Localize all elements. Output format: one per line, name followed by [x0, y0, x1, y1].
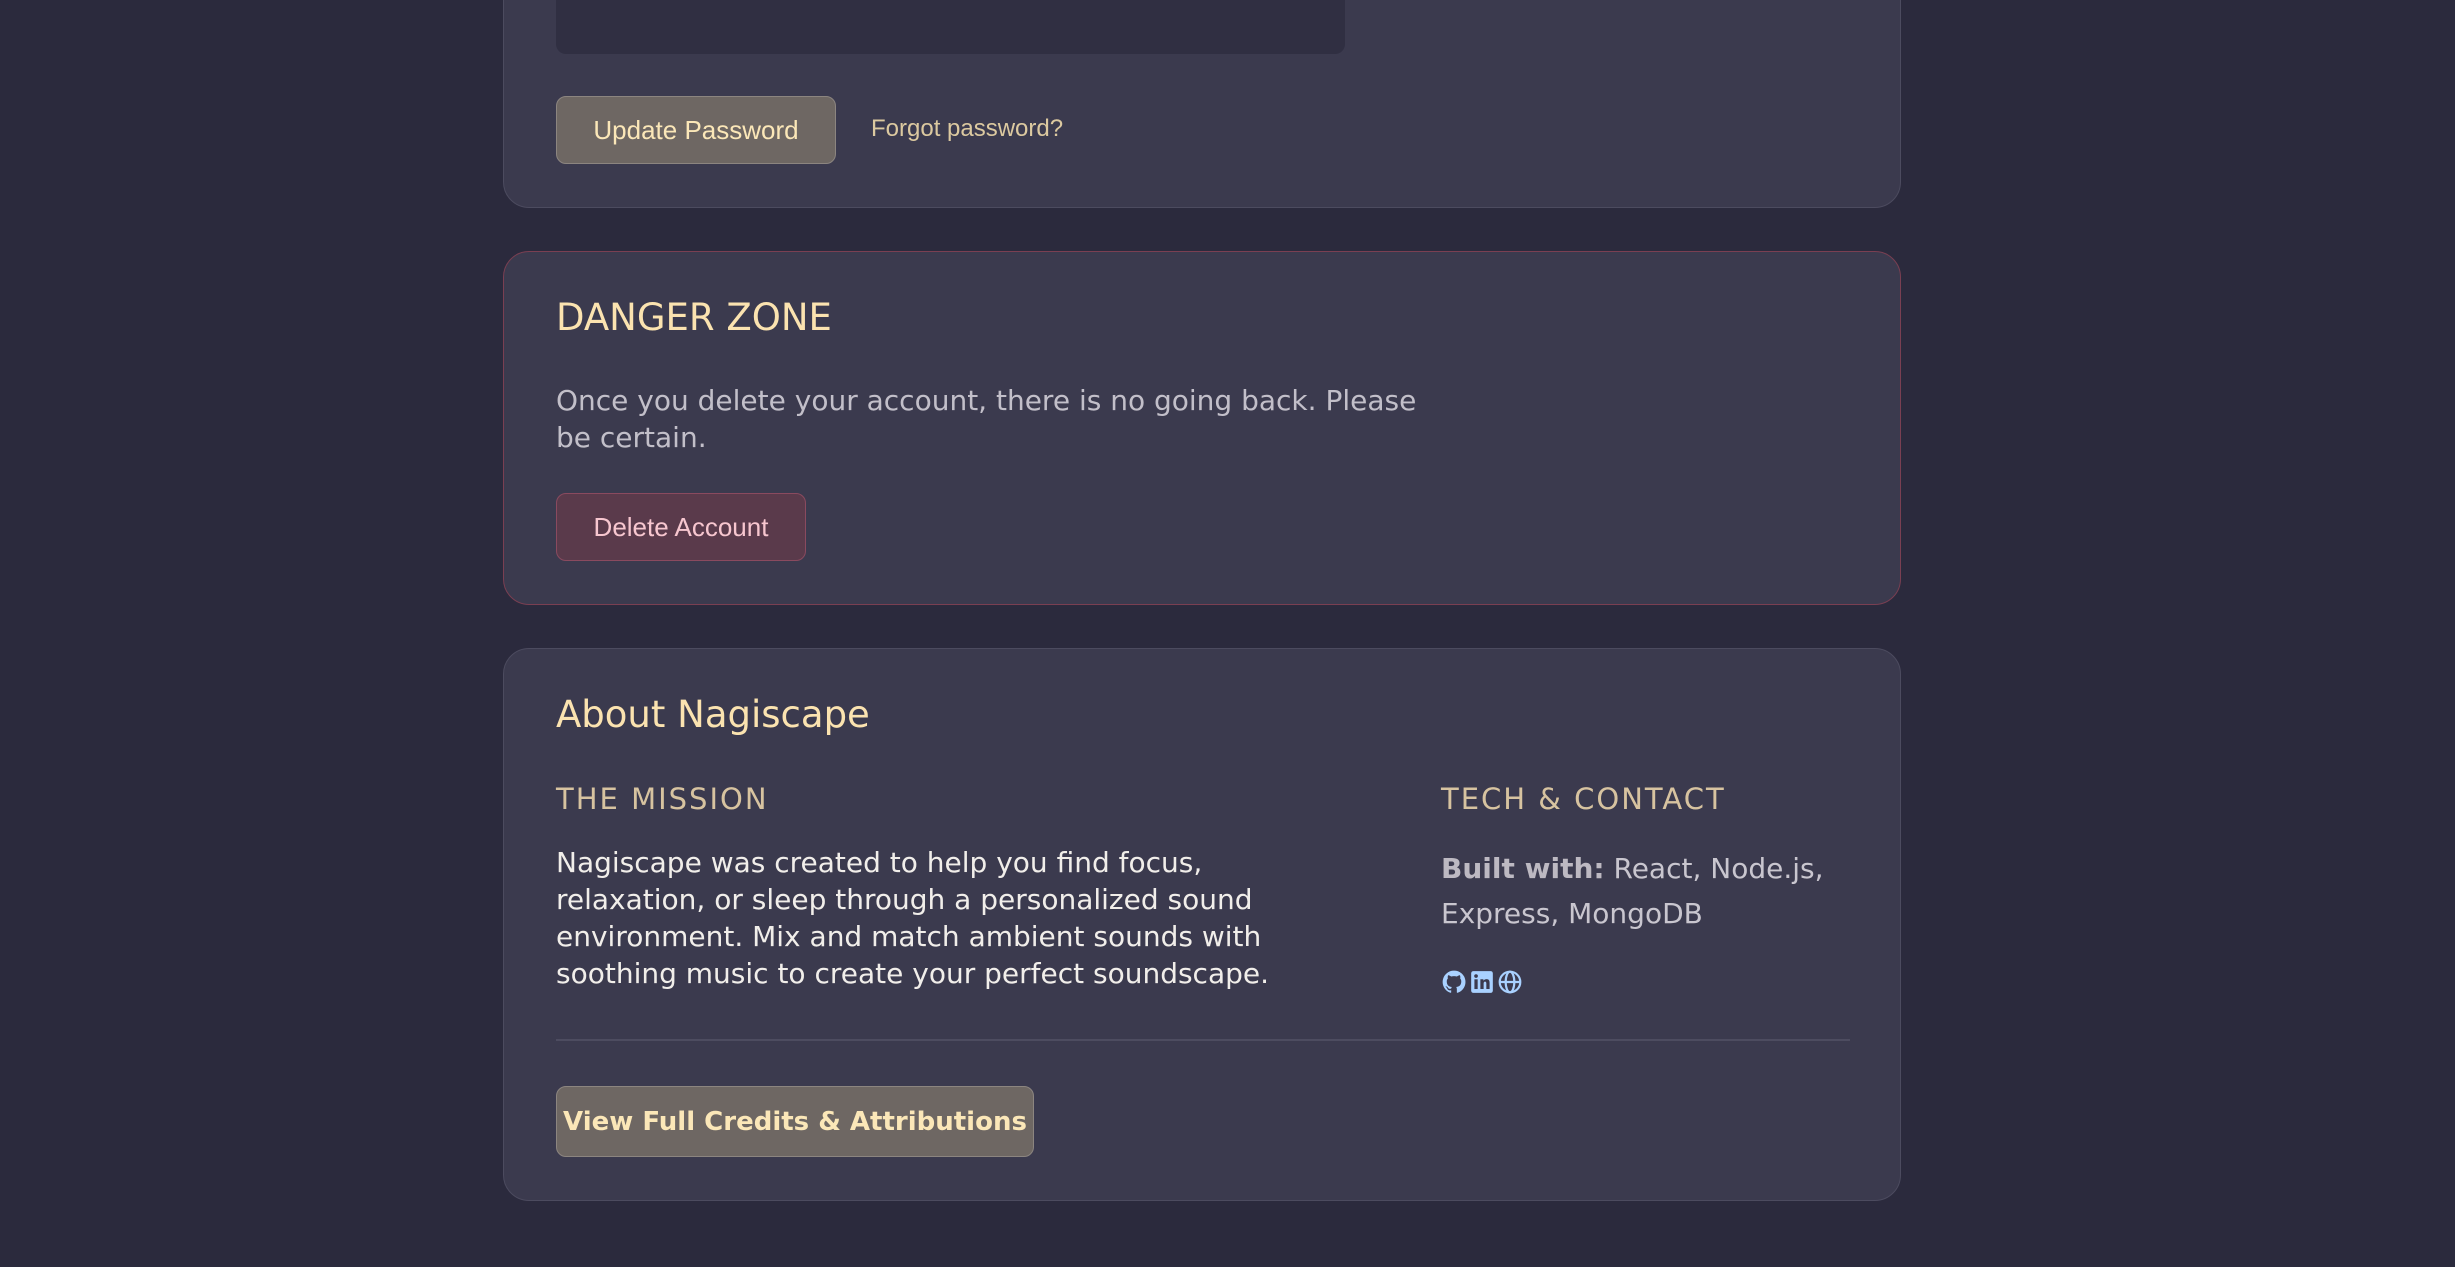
- linkedin-icon[interactable]: [1469, 969, 1495, 999]
- tech-contact-heading: TECH & CONTACT: [1441, 782, 1726, 816]
- update-password-button[interactable]: Update Password: [556, 96, 836, 164]
- danger-zone-title: DANGER ZONE: [556, 296, 832, 339]
- danger-zone-description: Once you delete your account, there is n…: [556, 384, 1417, 454]
- mission-text: Nagiscape was created to help you find f…: [556, 846, 1270, 990]
- built-with-label: Built with:: [1441, 852, 1605, 885]
- password-card: Update Password Forgot password?: [503, 0, 1901, 208]
- mission-heading: THE MISSION: [556, 782, 769, 816]
- about-title: About Nagiscape: [556, 693, 870, 736]
- github-icon[interactable]: [1441, 969, 1467, 999]
- danger-zone-card: DANGER ZONE Once you delete your account…: [503, 251, 1901, 605]
- password-input[interactable]: [556, 0, 1345, 54]
- about-card: About Nagiscape THE MISSION Nagiscape wa…: [503, 648, 1901, 1201]
- view-credits-button[interactable]: View Full Credits & Attributions: [556, 1086, 1034, 1157]
- globe-icon[interactable]: [1497, 969, 1523, 999]
- built-with: Built with: React, Node.js, Express, Mon…: [1441, 846, 1841, 936]
- forgot-password-link[interactable]: Forgot password?: [871, 115, 1063, 143]
- contact-links: [1441, 969, 1523, 999]
- delete-account-button[interactable]: Delete Account: [556, 493, 806, 561]
- divider: [556, 1039, 1850, 1041]
